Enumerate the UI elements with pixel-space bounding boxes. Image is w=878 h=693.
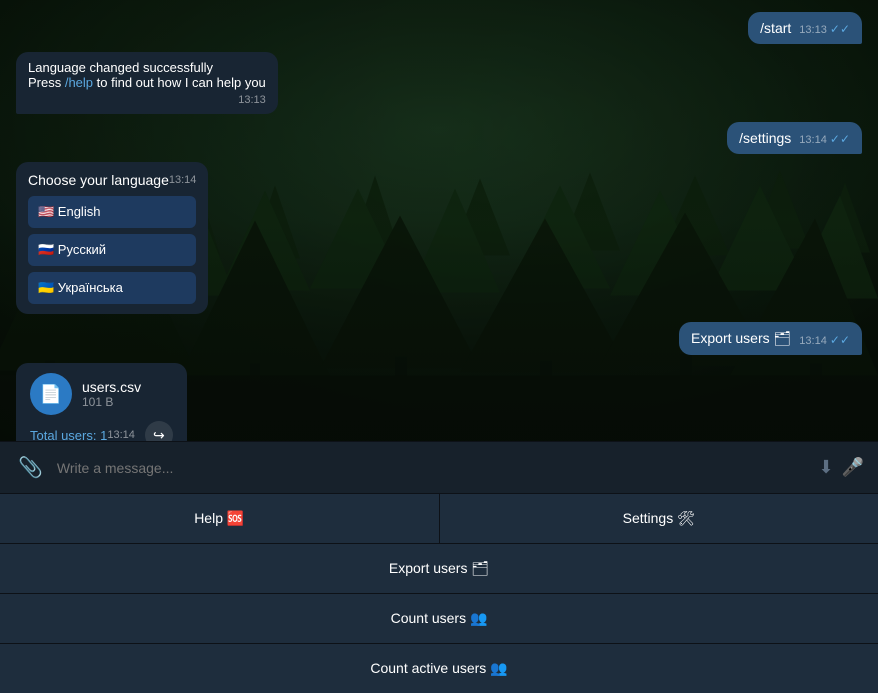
attach-button[interactable]: 📎 <box>14 451 47 484</box>
message-time: 13:14 ✓✓ <box>799 132 850 146</box>
keyboard-row-4: Count active users 👥 <box>0 644 878 693</box>
chat-area: /start 13:13 ✓✓ Language changed success… <box>0 0 878 441</box>
file-name: users.csv <box>82 379 173 395</box>
total-users: Total users: 1 <box>30 428 107 442</box>
language-panel: Choose your language 13:14 🇺🇸 English 🇷🇺… <box>16 162 208 314</box>
lang-russian[interactable]: 🇷🇺 Русский <box>28 234 196 266</box>
notification-line1: Language changed successfully <box>28 60 266 75</box>
forward-button[interactable]: ↪ <box>145 421 173 441</box>
file-size: 101 B <box>82 395 173 409</box>
lang-english[interactable]: 🇺🇸 English <box>28 196 196 228</box>
keyboard-row-2: Export users 🗂 <box>0 544 878 594</box>
message-text: /settings <box>739 130 791 146</box>
voice-button[interactable]: 🎤 <box>842 457 864 478</box>
message-time: 13:14 ✓✓ <box>799 333 850 347</box>
help-button[interactable]: Help 🆘 <box>0 494 440 543</box>
message-settings: /settings 13:14 ✓✓ <box>727 122 862 154</box>
lang-title-text: Choose your language <box>28 172 169 188</box>
notification-time: 13:13 <box>28 94 266 106</box>
keyboard-row-3: Count users 👥 <box>0 594 878 644</box>
chat-messages: /start 13:13 ✓✓ Language changed success… <box>0 0 878 441</box>
message-input[interactable] <box>57 460 809 476</box>
lang-ukrainian[interactable]: 🇺🇦 Українська <box>28 272 196 304</box>
message-ticks: ✓✓ <box>830 132 850 146</box>
file-icon: 📄 <box>30 373 72 415</box>
message-time: 13:13 ✓✓ <box>799 22 850 36</box>
lang-time: 13:14 <box>169 174 197 186</box>
count-users-button[interactable]: Count users 👥 <box>0 594 878 643</box>
total-value: 1 <box>100 428 107 442</box>
message-text: /start <box>760 20 791 36</box>
export-users-button[interactable]: Export users 🗂 <box>0 544 878 593</box>
settings-button[interactable]: Settings 🛠 <box>440 494 878 543</box>
help-link[interactable]: /help <box>65 75 93 90</box>
file-time: 13:14 <box>107 429 135 441</box>
message-ticks: ✓✓ <box>830 22 850 36</box>
input-area: 📎 ⬇ 🎤 <box>0 441 878 493</box>
count-active-users-button[interactable]: Count active users 👥 <box>0 644 878 693</box>
message-start: /start 13:13 ✓✓ <box>748 12 862 44</box>
keyboard-row-1: Help 🆘 Settings 🛠 <box>0 494 878 544</box>
message-export: Export users 🗂 13:14 ✓✓ <box>679 322 862 355</box>
message-text: Export users 🗂 <box>691 330 791 347</box>
message-lang-changed: Language changed successfully Press /hel… <box>16 52 278 114</box>
scroll-down-button[interactable]: ⬇ <box>818 457 833 478</box>
notification-line2: Press /help to find out how I can help y… <box>28 75 266 90</box>
keyboard-area: Help 🆘 Settings 🛠 Export users 🗂 Count u… <box>0 493 878 693</box>
message-file: 📄 users.csv 101 B Total users: 1 13:14 ↪ <box>16 363 187 441</box>
message-ticks: ✓✓ <box>830 333 850 347</box>
